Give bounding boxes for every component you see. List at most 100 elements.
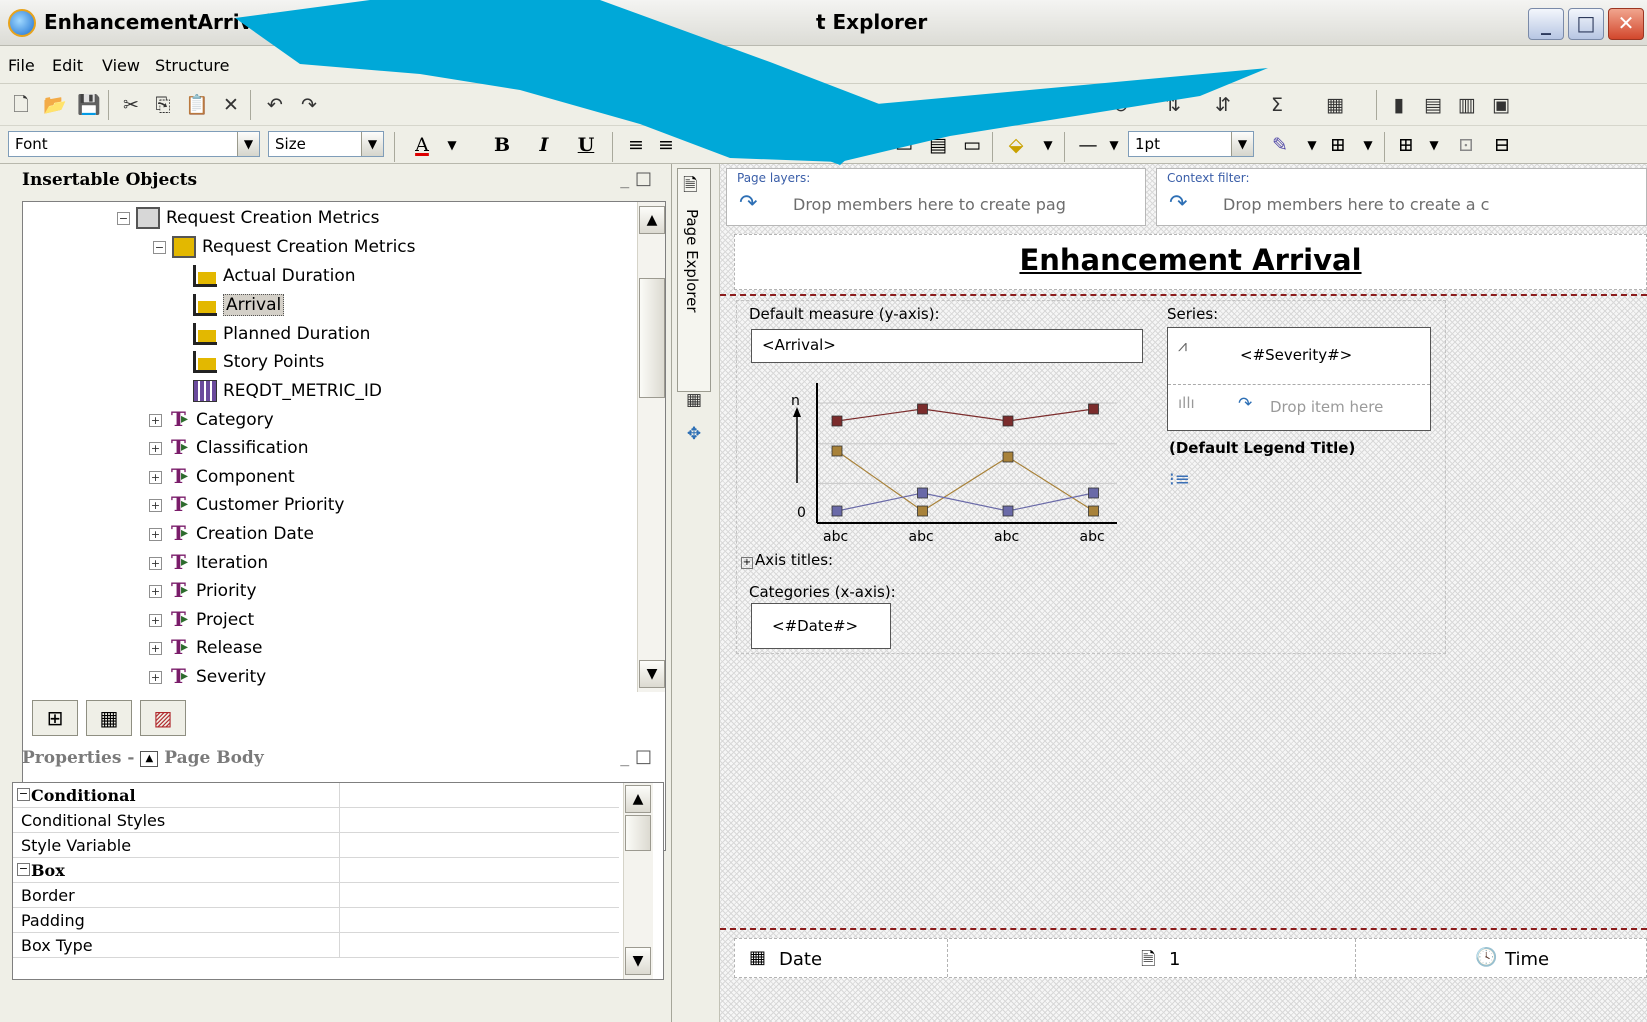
tree-item-request-creation-metrics-table[interactable]: − Request Creation Metrics [153, 236, 416, 264]
merge-cells-icon[interactable]: ⊡ [1452, 131, 1480, 159]
box-middle-icon[interactable]: ▤ [924, 131, 952, 159]
underline-button[interactable]: U [572, 131, 600, 159]
font-color-icon[interactable]: A [408, 131, 436, 159]
chevron-down-icon[interactable]: ▼ [1034, 131, 1062, 159]
source-tab[interactable]: ⊞ [32, 700, 78, 736]
footer-date[interactable]: Date [779, 949, 822, 970]
save-icon[interactable]: 💾 [76, 92, 102, 118]
series-dropzone[interactable]: ⩘ <#Severity#> ıllı ↷ Drop item here [1167, 327, 1431, 431]
delete-icon[interactable]: ✕ [218, 92, 244, 118]
layout-icon[interactable]: ▮ [1386, 92, 1412, 118]
collapse-icon[interactable]: − [17, 788, 30, 801]
legend-title[interactable]: (Default Legend Title) [1169, 439, 1355, 457]
chevron-down-icon[interactable]: ▼ [1354, 131, 1382, 159]
box-bottom-icon[interactable]: ▭ [958, 131, 986, 159]
tree-item-actual-duration[interactable]: Actual Duration [193, 265, 356, 293]
scroll-thumb[interactable] [639, 278, 665, 398]
table-icon[interactable]: ⊞ [1392, 131, 1420, 159]
page-layers-zone[interactable]: Page layers: ↷ Drop members here to crea… [726, 168, 1146, 226]
tree-item-request-creation-metrics-query[interactable]: − Request Creation Metrics [117, 207, 380, 235]
group-icon[interactable]: ⇵ [1210, 92, 1236, 118]
scroll-up-icon[interactable]: ▲ [625, 785, 651, 813]
default-measure-dropzone[interactable]: <Arrival> [751, 329, 1143, 363]
tree-item-planned-duration[interactable]: Planned Duration [193, 323, 370, 351]
properties-scrollbar[interactable]: ▲ ▼ [623, 783, 653, 979]
filter-icon[interactable]: ▼ [1078, 92, 1104, 118]
scroll-up-icon[interactable]: ▲ [639, 206, 665, 234]
prop-border[interactable]: Border [13, 883, 619, 908]
page-footer[interactable]: ▦ Date 🗎 1 🕓 Time [734, 938, 1647, 978]
size-combo[interactable]: Size ▼ [268, 131, 384, 157]
scroll-down-icon[interactable]: ▼ [625, 947, 651, 975]
scroll-down-icon[interactable]: ▼ [639, 660, 665, 688]
report-title[interactable]: Enhancement Arrival [735, 243, 1646, 277]
sort-icon[interactable]: ⇅ [1160, 92, 1186, 118]
axis-titles-label[interactable]: + Axis titles: [741, 551, 833, 569]
copy-icon[interactable]: ⎘ [150, 92, 176, 118]
page-header[interactable]: Enhancement Arrival [734, 234, 1647, 290]
prop-padding[interactable]: Padding [13, 908, 619, 933]
pane-controls[interactable]: _ □ [620, 746, 652, 767]
columns-icon[interactable]: ▥ [1454, 92, 1480, 118]
italic-button[interactable]: I [530, 131, 558, 159]
bold-button[interactable]: B [488, 131, 516, 159]
chevron-down-icon[interactable]: ▼ [438, 131, 466, 159]
chevron-down-icon[interactable]: ▼ [1100, 131, 1128, 159]
context-filter-zone[interactable]: Context filter: ↷ Drop members here to c… [1156, 168, 1647, 226]
prop-box-type[interactable]: Box Type [13, 933, 619, 958]
paste-icon[interactable]: 📋 [184, 92, 210, 118]
tree-item-arrival[interactable]: Arrival [193, 294, 285, 322]
footer-time[interactable]: Time [1505, 949, 1549, 970]
menu-structure[interactable]: Structure [155, 56, 229, 75]
expand-icon[interactable]: + [149, 413, 162, 427]
expand-icon[interactable]: + [149, 556, 162, 570]
tree-item-priority[interactable]: +Priority [149, 578, 257, 608]
undo-icon[interactable]: ↶ [262, 92, 288, 118]
query-explorer-icon[interactable]: ▦ [680, 390, 708, 416]
prop-group-box[interactable]: − Box [13, 858, 619, 883]
legend-icon[interactable]: ⁝≡ [1169, 469, 1190, 490]
tree-item-severity[interactable]: +Severity [149, 664, 266, 694]
page-explorer-tab[interactable]: 🗎 Page Explorer [677, 168, 711, 392]
properties-icon[interactable]: ▣ [1488, 92, 1514, 118]
summarize-icon[interactable]: Σ [1264, 92, 1290, 118]
select-ancestor-icon[interactable]: ▲ [140, 750, 159, 767]
chevron-down-icon[interactable]: ▼ [1420, 131, 1448, 159]
menu-edit[interactable]: Edit [52, 56, 83, 75]
border-color-icon[interactable]: ✎ [1266, 131, 1294, 159]
tree-scrollbar[interactable]: ▲ ▼ [637, 202, 665, 692]
new-icon[interactable]: 🗋 [8, 92, 34, 118]
redo-icon[interactable]: ↷ [296, 92, 322, 118]
insert-chart-icon[interactable]: ▦ [1322, 92, 1348, 118]
data-items-tab[interactable]: ▦ [86, 700, 132, 736]
suppress-icon[interactable]: ⊘ [1108, 92, 1134, 118]
chevron-down-icon[interactable]: ▼ [1298, 131, 1326, 159]
tree-item-component[interactable]: +Component [149, 464, 295, 494]
prop-group-conditional[interactable]: − Conditional [13, 783, 619, 808]
prop-conditional-styles[interactable]: Conditional Styles [13, 808, 619, 833]
expand-icon[interactable]: + [149, 613, 162, 627]
prop-style-variable[interactable]: Style Variable [13, 833, 619, 858]
expand-icon[interactable]: + [741, 557, 753, 569]
expand-icon[interactable]: + [149, 470, 162, 484]
pane-controls[interactable]: _ □ [620, 168, 652, 189]
expand-icon[interactable]: + [149, 584, 162, 598]
tree-item-classification[interactable]: +Classification [149, 435, 308, 465]
tree-item-reqdt-metric-id[interactable]: REQDT_METRIC_ID [193, 380, 382, 408]
expand-icon[interactable]: + [149, 527, 162, 541]
borders-icon[interactable]: ⊞ [1324, 131, 1352, 159]
footer-page-number[interactable]: 1 [1169, 949, 1180, 970]
tree-item-story-points[interactable]: Story Points [193, 351, 324, 379]
line-style-icon[interactable]: — [1074, 131, 1102, 159]
tree-item-release[interactable]: +Release [149, 635, 262, 665]
split-cells-icon[interactable]: ⊟ [1488, 131, 1516, 159]
collapse-icon[interactable]: − [17, 863, 30, 876]
menu-view[interactable]: View [102, 56, 140, 75]
collapse-icon[interactable]: − [117, 211, 130, 225]
fill-color-icon[interactable]: ⬙ [1002, 131, 1030, 159]
categories-dropzone[interactable]: <#Date#> [751, 603, 891, 649]
align-left-icon[interactable]: ≡ [622, 131, 650, 159]
cut-icon[interactable]: ✂ [118, 92, 144, 118]
chart-object[interactable]: Default measure (y-axis): <Arrival> Seri… [736, 300, 1446, 654]
expand-icon[interactable]: + [149, 641, 162, 655]
